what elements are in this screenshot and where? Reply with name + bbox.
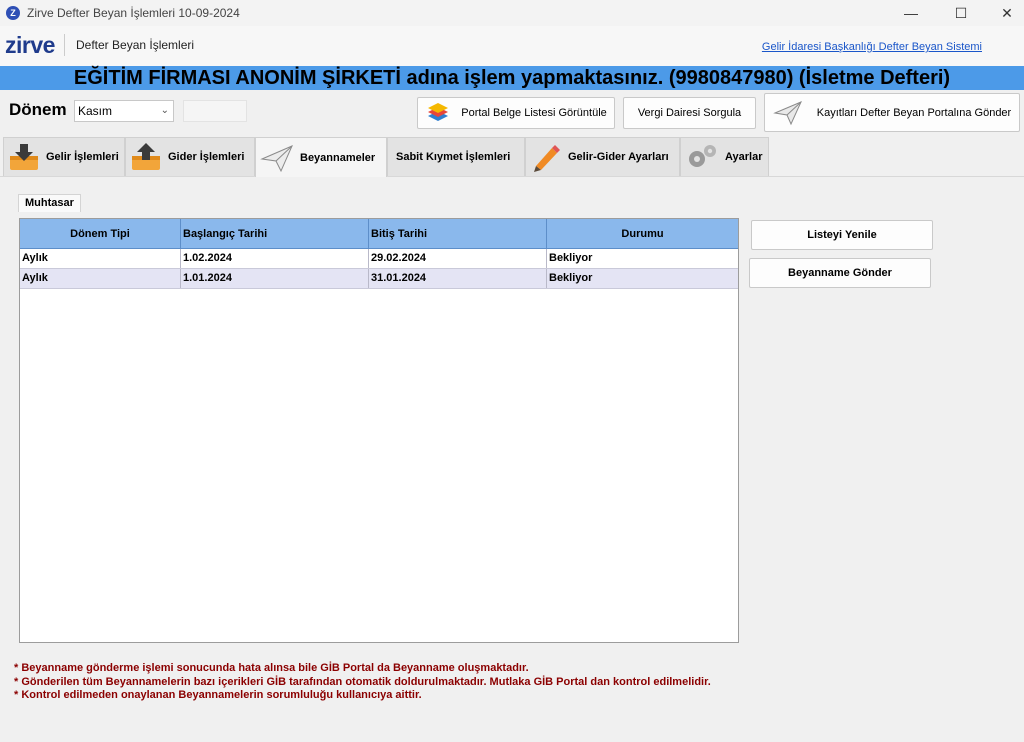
tab-gelir-islemleri[interactable]: Gelir İşlemleri: [3, 137, 125, 176]
tab-label: Beyannameler: [300, 151, 376, 164]
declarations-grid[interactable]: Dönem Tipi Başlangıç Tarihi Bitiş Tarihi…: [19, 218, 739, 643]
title-bar: Z Zirve Defter Beyan İşlemleri 10-09-202…: [0, 0, 1024, 26]
tab-gelir-gider-ayarlari[interactable]: Gelir-Gider Ayarları: [525, 137, 680, 176]
maximize-button[interactable]: ☐: [938, 0, 984, 26]
tab-gider-islemleri[interactable]: Gider İşlemleri: [125, 137, 255, 176]
zirve-logo: zirve: [5, 32, 55, 58]
cell-status: Bekliyor: [549, 252, 593, 264]
column-header-end-date[interactable]: Bitiş Tarihi: [369, 219, 547, 249]
download-box-icon: [10, 144, 38, 170]
tax-office-query-button[interactable]: Vergi Dairesi Sorgula: [623, 97, 756, 129]
send-declaration-button[interactable]: Beyanname Gönder: [749, 258, 931, 288]
app-icon: Z: [6, 6, 20, 20]
cell-period-type: Aylık: [20, 269, 181, 288]
cell-start-date: 1.02.2024: [181, 249, 369, 268]
period-label: Dönem: [9, 100, 67, 119]
tab-ayarlar[interactable]: Ayarlar: [680, 137, 769, 176]
header-divider: [64, 34, 65, 56]
tab-label: Gelir-Gider Ayarları: [568, 151, 669, 163]
gears-icon: [689, 145, 716, 167]
note-line: * Gönderilen tüm Beyannamelerin bazı içe…: [14, 675, 711, 688]
send-records-label: Kayıtları Defter Beyan Portalına Gönder: [816, 106, 1012, 119]
table-row[interactable]: Aylık 1.02.2024 29.02.2024 Bekliyor: [20, 249, 738, 269]
minimize-button[interactable]: —: [888, 0, 934, 26]
cell-end-date: 31.01.2024: [369, 269, 547, 288]
tab-label: Ayarlar: [725, 151, 763, 163]
column-header-status[interactable]: Durumu: [547, 219, 738, 249]
stacked-layers-icon: [428, 103, 449, 121]
warning-notes: * Beyanname gönderme işlemi sonucunda ha…: [14, 662, 711, 703]
cell-status: Bekliyor: [549, 272, 593, 284]
portal-document-list-label: Portal Belge Listesi Görüntüle: [461, 107, 607, 119]
cell-period-type: Aylık: [20, 249, 181, 268]
pencil-icon: [534, 145, 560, 172]
column-header-start-date[interactable]: Başlangıç Tarihi: [181, 219, 369, 249]
tab-beyannameler[interactable]: Beyannameler: [255, 137, 387, 177]
period-select-value: Kasım: [78, 104, 113, 118]
tax-office-query-label: Vergi Dairesi Sorgula: [637, 107, 742, 119]
app-header: zirve Defter Beyan İşlemleri Gelir İdare…: [0, 26, 1024, 66]
note-line: * Beyanname gönderme işlemi sonucunda ha…: [14, 662, 529, 674]
period-select[interactable]: Kasım ⌄: [74, 100, 174, 122]
period-extra-field: [183, 100, 247, 122]
tab-label: Sabit Kıymet İşlemleri: [396, 151, 511, 163]
refresh-list-button[interactable]: Listeyi Yenile: [751, 220, 933, 250]
company-banner: EĞİTİM FİRMASI ANONİM ŞİRKETİ adına işle…: [0, 66, 1024, 90]
close-button[interactable]: ✕: [984, 0, 1024, 26]
send-records-button[interactable]: Kayıtları Defter Beyan Portalına Gönder: [764, 93, 1020, 132]
window-title: Zirve Defter Beyan İşlemleri 10-09-2024: [27, 6, 240, 20]
cell-start-date: 1.01.2024: [181, 269, 369, 288]
tab-label: Gider İşlemleri: [168, 151, 245, 163]
paper-plane-icon: [773, 100, 802, 125]
column-header-period-type[interactable]: Dönem Tipi: [20, 219, 181, 249]
cell-end-date: 29.02.2024: [369, 249, 547, 268]
table-row[interactable]: Aylık 1.01.2024 31.01.2024 Bekliyor: [20, 269, 738, 289]
tab-sabit-kiymet[interactable]: Sabit Kıymet İşlemleri: [387, 137, 525, 176]
gib-portal-link[interactable]: Gelir İdaresi Başkanlığı Defter Beyan Si…: [762, 41, 982, 53]
paper-plane-icon: [260, 144, 293, 172]
main-tabs: Gelir İşlemleri Gider İşlemleri Beyannam…: [0, 137, 1024, 177]
note-line: * Kontrol edilmeden onaylanan Beyannamel…: [14, 689, 422, 701]
subtab-muhtasar[interactable]: Muhtasar: [18, 194, 81, 212]
grid-header: Dönem Tipi Başlangıç Tarihi Bitiş Tarihi…: [20, 219, 738, 249]
upload-box-icon: [132, 143, 160, 170]
portal-document-list-button[interactable]: Portal Belge Listesi Görüntüle: [417, 97, 615, 129]
chevron-down-icon: ⌄: [160, 105, 169, 116]
tab-label: Gelir İşlemleri: [46, 151, 119, 163]
header-title: Defter Beyan İşlemleri: [76, 38, 195, 52]
